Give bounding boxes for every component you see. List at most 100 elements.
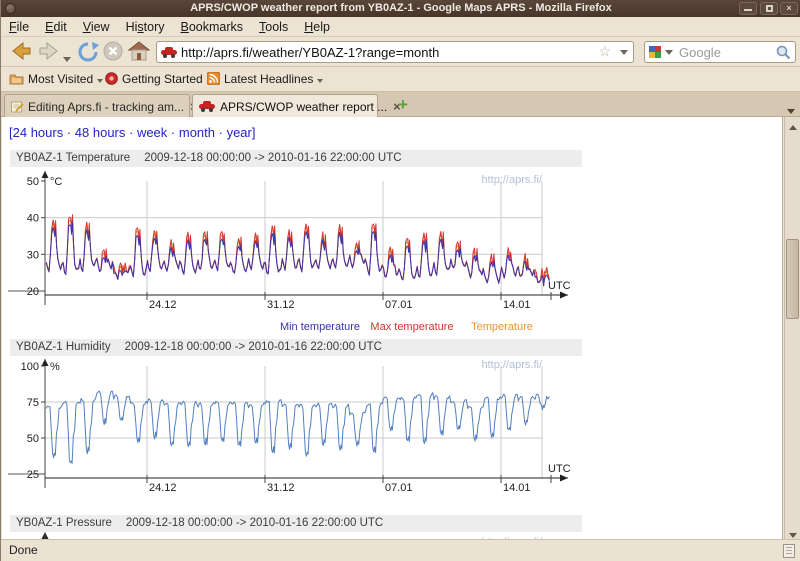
bookmark-most-visited[interactable]: Most Visited xyxy=(9,67,103,92)
menu-item-edit[interactable]: Edit xyxy=(37,17,75,37)
range-link-24-hours[interactable]: 24 hours xyxy=(13,125,64,140)
svg-text:http://aprs.fi/: http://aprs.fi/ xyxy=(481,359,542,371)
svg-text:Min temperature: Min temperature xyxy=(280,321,360,333)
menu-item-bookmarks[interactable]: Bookmarks xyxy=(173,17,252,37)
temperature-chart: 50403020°C24.1231.1207.0114.01UTChttp://… xyxy=(2,167,582,337)
window-menu-icon[interactable] xyxy=(5,3,16,14)
range-link-separator: · xyxy=(215,125,227,140)
bookmark-label: Most Visited xyxy=(28,72,93,86)
range-link-year[interactable]: year xyxy=(227,125,252,140)
svg-text:%: % xyxy=(50,361,60,373)
chart-date-range: 2009-12-18 00:00:00 -> 2010-01-16 22:00:… xyxy=(125,341,382,353)
tab-page-edit-icon xyxy=(11,101,24,113)
status-bar: Done xyxy=(1,539,800,561)
folder-icon xyxy=(9,73,24,85)
svg-text:http://aprs.fi/: http://aprs.fi/ xyxy=(481,174,542,186)
svg-text:24.12: 24.12 xyxy=(149,482,177,494)
range-link-48-hours[interactable]: 48 hours xyxy=(75,125,126,140)
svg-text:Max temperature: Max temperature xyxy=(370,321,453,333)
chart-date-range: 2009-12-18 00:00:00 -> 2010-01-16 22:00:… xyxy=(144,152,401,164)
search-engine-chevron-icon[interactable] xyxy=(665,50,673,55)
maximize-icon[interactable] xyxy=(760,2,778,15)
nav-history-chevron-icon[interactable] xyxy=(63,49,71,67)
scrollbar-thumb[interactable] xyxy=(786,239,799,319)
status-text: Done xyxy=(9,540,38,561)
svg-text:°C: °C xyxy=(50,176,62,188)
range-link-month[interactable]: month xyxy=(179,125,215,140)
forward-icon[interactable] xyxy=(37,41,61,61)
tab-car-icon xyxy=(199,101,216,112)
range-link-separator: · xyxy=(167,125,179,140)
time-range-links: [24 hours · 48 hours · week · month · ye… xyxy=(9,125,255,140)
close-icon[interactable]: × xyxy=(780,2,798,15)
web-page: [24 hours · 48 hours · week · month · ye… xyxy=(2,117,783,539)
stop-icon[interactable] xyxy=(103,41,124,62)
menu-item-file[interactable]: File xyxy=(1,17,37,37)
search-box[interactable] xyxy=(644,41,796,63)
bookmark-dropdown-chevron-icon xyxy=(317,79,323,83)
svg-text:24.12: 24.12 xyxy=(149,299,177,311)
minimize-icon[interactable] xyxy=(739,2,757,15)
svg-text:31.12: 31.12 xyxy=(267,482,295,494)
menu-item-tools[interactable]: Tools xyxy=(251,17,296,37)
chart-title: YB0AZ-1 Pressure xyxy=(16,517,112,529)
svg-text:50: 50 xyxy=(27,433,39,445)
menu-item-history[interactable]: History xyxy=(118,17,173,37)
humidity-chart-header: YB0AZ-1 Humidity2009-12-18 00:00:00 -> 2… xyxy=(10,339,582,356)
getting-started-icon xyxy=(105,72,118,85)
tab-editing-aprs[interactable]: Editing Aprs.fi - tracking am...× xyxy=(4,94,190,117)
tab-weather-report[interactable]: APRS/CWOP weather report ...× xyxy=(192,94,378,117)
url-input[interactable] xyxy=(181,43,581,61)
chart-date-range: 2009-12-18 00:00:00 -> 2010-01-16 22:00:… xyxy=(126,517,383,529)
svg-text:07.01: 07.01 xyxy=(385,482,413,494)
tab-bar: Editing Aprs.fi - tracking am...× APRS/C… xyxy=(1,92,800,117)
range-link-separator: · xyxy=(125,125,137,140)
search-magnifier-icon[interactable] xyxy=(776,45,791,60)
bookmark-getting-started[interactable]: Getting Started xyxy=(105,67,203,92)
svg-text:75: 75 xyxy=(27,397,39,409)
url-bar[interactable]: ☆ xyxy=(156,41,634,63)
search-input[interactable] xyxy=(679,43,771,61)
menu-item-help[interactable]: Help xyxy=(296,17,338,37)
range-link-separator: · xyxy=(63,125,75,140)
range-link-week[interactable]: week xyxy=(137,125,167,140)
svg-text:50: 50 xyxy=(27,176,39,188)
menu-bar: FileEditViewHistoryBookmarksToolsHelp xyxy=(1,17,800,37)
bookmarks-toolbar: Most Visited Getting Started Latest Head… xyxy=(1,67,800,92)
urlbar-dropdown-chevron-icon[interactable] xyxy=(620,50,628,55)
svg-text:25: 25 xyxy=(27,469,39,481)
pressure-chart-partial: 1015http://aprs.fi/ xyxy=(2,532,582,539)
site-favicon-car-icon xyxy=(161,47,178,58)
svg-text:14.01: 14.01 xyxy=(503,482,531,494)
svg-text:07.01: 07.01 xyxy=(385,299,413,311)
content-area: [24 hours · 48 hours · week · month · ye… xyxy=(1,117,800,539)
svg-text:30: 30 xyxy=(27,249,39,261)
back-icon[interactable] xyxy=(9,41,33,61)
rss-icon xyxy=(207,72,220,85)
vertical-scrollbar[interactable] xyxy=(784,117,800,539)
svg-text:40: 40 xyxy=(27,213,39,225)
temperature-chart-header: YB0AZ-1 Temperature2009-12-18 00:00:00 -… xyxy=(10,150,582,167)
bookmark-star-icon[interactable]: ☆ xyxy=(598,43,611,60)
svg-text:14.01: 14.01 xyxy=(503,299,531,311)
svg-text:100: 100 xyxy=(21,361,39,373)
bookmark-latest-headlines[interactable]: Latest Headlines xyxy=(207,67,323,92)
new-tab-icon[interactable]: + xyxy=(393,96,413,115)
title-bar: APRS/CWOP weather report from YB0AZ-1 - … xyxy=(1,0,800,17)
status-note-icon xyxy=(783,544,795,558)
svg-text:31.12: 31.12 xyxy=(267,299,295,311)
bookmark-label: Getting Started xyxy=(122,72,203,86)
scrollbar-up-icon[interactable] xyxy=(785,117,800,131)
scrollbar-down-icon[interactable] xyxy=(785,525,800,539)
tab-label: APRS/CWOP weather report ... xyxy=(220,100,387,114)
bookmark-label: Latest Headlines xyxy=(224,72,313,86)
window-title: APRS/CWOP weather report from YB0AZ-1 - … xyxy=(190,2,612,14)
menu-item-view[interactable]: View xyxy=(75,17,118,37)
svg-text:UTC: UTC xyxy=(548,280,571,292)
humidity-chart: 100755025%24.1231.1207.0114.01UTChttp://… xyxy=(2,356,582,501)
tab-label: Editing Aprs.fi - tracking am... xyxy=(28,100,184,114)
reload-icon[interactable] xyxy=(77,41,99,62)
svg-text:Temperature: Temperature xyxy=(471,321,533,333)
home-icon[interactable] xyxy=(128,41,150,62)
bookmark-dropdown-chevron-icon xyxy=(97,79,103,83)
